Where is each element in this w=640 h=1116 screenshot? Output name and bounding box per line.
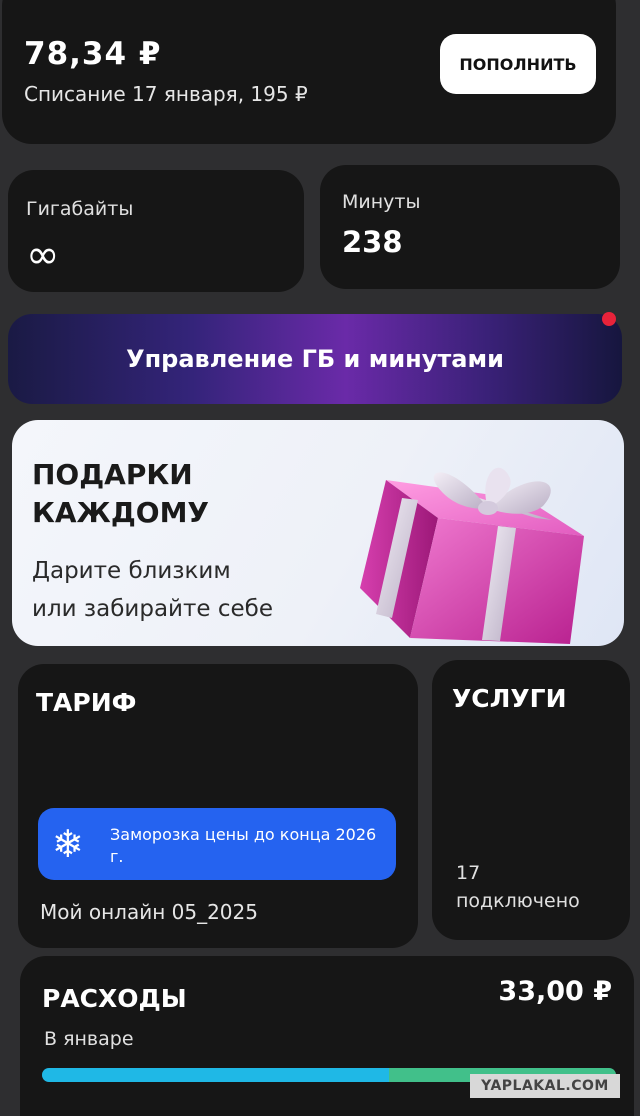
services-title: УСЛУГИ (452, 684, 567, 713)
minutes-value: 238 (342, 225, 403, 259)
gifts-banner[interactable]: ПОДАРКИ КАЖДОМУ Дарите близким или забир… (12, 420, 624, 646)
expenses-title: РАСХОДЫ (42, 984, 187, 1013)
topup-button[interactable]: ПОПОЛНИТЬ (440, 34, 596, 94)
services-card[interactable]: УСЛУГИ 17 подключено (432, 660, 630, 940)
balance-charge-text: Списание 17 января, 195 ₽ (24, 82, 308, 106)
gifts-subtitle: Дарите близким или забирайте себе (32, 558, 273, 622)
minutes-card[interactable]: Минуты 238 (320, 165, 620, 289)
snowflake-icon: ❄ (52, 822, 84, 866)
manage-button-label: Управление ГБ и минутами (126, 345, 504, 373)
gigabytes-card[interactable]: Гигабайты ∞ (8, 170, 304, 292)
watermark: YAPLAKAL.COM (470, 1074, 620, 1098)
balance-card[interactable]: 78,34 ₽ Списание 17 января, 195 ₽ ПОПОЛН… (2, 0, 616, 144)
expenses-amount: 33,00 ₽ (498, 976, 612, 1007)
tariff-title: ТАРИФ (36, 688, 137, 717)
gigabytes-label: Гигабайты (26, 198, 134, 220)
price-freeze-banner[interactable]: ❄ Заморозка цены до конца 2026 г. (38, 808, 396, 880)
services-count: 17 (456, 862, 481, 884)
services-count-label: подключено (456, 890, 580, 912)
expenses-period: В январе (44, 1028, 134, 1050)
balance-amount: 78,34 ₽ (24, 36, 162, 72)
tariff-card[interactable]: ТАРИФ ❄ Заморозка цены до конца 2026 г. … (18, 664, 418, 948)
price-freeze-text: Заморозка цены до конца 2026 г. (110, 825, 377, 866)
notification-dot (602, 312, 616, 326)
gift-box-icon (360, 467, 584, 644)
gigabytes-value: ∞ (26, 232, 60, 278)
gifts-title: ПОДАРКИ КАЖДОМУ (32, 458, 210, 529)
minutes-label: Минуты (342, 191, 421, 213)
manage-gb-minutes-button[interactable]: Управление ГБ и минутами (8, 312, 622, 404)
tariff-name: Мой онлайн 05_2025 (40, 900, 258, 924)
expenses-bar-segment (42, 1068, 390, 1082)
